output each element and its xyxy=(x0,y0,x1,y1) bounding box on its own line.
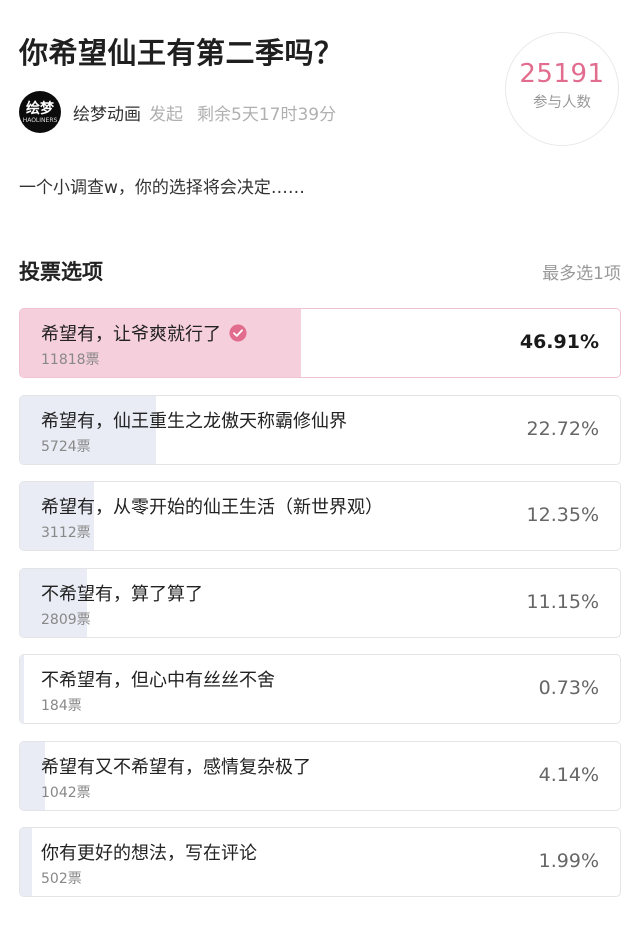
section-title: 投票选项 xyxy=(19,260,103,284)
option-label-text: 你有更好的想法，写在评论 xyxy=(41,843,257,864)
option-votes: 11818票 xyxy=(41,352,100,368)
poll-option[interactable]: 你有更好的想法，写在评论 502票 1.99% xyxy=(19,827,621,897)
option-percent: 11.15% xyxy=(526,591,599,613)
participants-label: 参与人数 xyxy=(533,95,591,111)
poll-title: 你希望仙王有第二季吗？ xyxy=(19,36,344,70)
poll-option[interactable]: 希望有，仙王重生之龙傲天称霸修仙界 5724票 22.72% xyxy=(19,395,621,465)
author-name[interactable]: 绘梦动画 xyxy=(73,100,141,125)
avatar-logo-subtext: HAOLINERS xyxy=(22,117,58,124)
option-label-text: 希望有又不希望有，感情复杂极了 xyxy=(41,757,311,778)
option-label: 希望有，仙王重生之龙傲天称霸修仙界 xyxy=(41,407,347,433)
vote-share-bar xyxy=(20,828,32,896)
option-percent: 0.73% xyxy=(538,677,599,699)
option-percent: 4.14% xyxy=(538,764,599,786)
option-label: 希望有又不希望有，感情复杂极了 xyxy=(41,753,311,779)
option-votes: 3112票 xyxy=(41,525,91,541)
poll-option[interactable]: 不希望有，但心中有丝丝不舍 184票 0.73% xyxy=(19,654,621,724)
option-votes: 502票 xyxy=(41,871,82,887)
author-avatar[interactable]: 绘梦 HAOLINERS xyxy=(19,91,61,133)
option-label: 希望有，让爷爽就行了 xyxy=(41,320,247,346)
option-votes: 1042票 xyxy=(41,785,91,801)
option-percent: 1.99% xyxy=(538,850,599,872)
option-label: 不希望有，但心中有丝丝不舍 xyxy=(41,666,275,692)
option-percent: 22.72% xyxy=(526,418,599,440)
poll-option[interactable]: 不希望有，算了算了 2809票 11.15% xyxy=(19,568,621,638)
option-label-text: 希望有，从零开始的仙王生活（新世界观） xyxy=(41,497,383,518)
option-label-text: 不希望有，但心中有丝丝不舍 xyxy=(41,670,275,691)
option-label-text: 不希望有，算了算了 xyxy=(41,584,203,605)
author-row: 绘梦 HAOLINERS 绘梦动画 发起 剩余5天17时39分 xyxy=(19,90,336,134)
poll-option[interactable]: 希望有，从零开始的仙王生活（新世界观） 3112票 12.35% xyxy=(19,481,621,551)
poll-option[interactable]: 希望有又不希望有，感情复杂极了 1042票 4.14% xyxy=(19,741,621,811)
poll-page: 你希望仙王有第二季吗？ 25191 参与人数 绘梦 HAOLINERS 绘梦动画… xyxy=(0,0,640,939)
option-label: 你有更好的想法，写在评论 xyxy=(41,839,257,865)
option-label-text: 希望有，让爷爽就行了 xyxy=(41,324,221,345)
check-circle-icon xyxy=(229,324,247,342)
option-percent: 46.91% xyxy=(519,331,599,353)
participants-badge: 25191 参与人数 xyxy=(505,32,619,146)
option-label: 不希望有，算了算了 xyxy=(41,580,203,606)
option-label: 希望有，从零开始的仙王生活（新世界观） xyxy=(41,493,383,519)
remaining-time: 剩余5天17时39分 xyxy=(197,104,337,125)
option-votes: 2809票 xyxy=(41,612,91,628)
selection-limit: 最多选1项 xyxy=(542,264,621,284)
avatar-logo-text: 绘梦 xyxy=(26,101,54,117)
option-votes: 184票 xyxy=(41,698,82,714)
participants-count: 25191 xyxy=(519,59,605,89)
option-percent: 12.35% xyxy=(526,504,599,526)
author-action: 发起 xyxy=(149,104,183,125)
vote-share-bar xyxy=(20,655,25,723)
option-label-text: 希望有，仙王重生之龙傲天称霸修仙界 xyxy=(41,411,347,432)
poll-description: 一个小调查w，你的选择将会决定…… xyxy=(19,178,305,198)
poll-option[interactable]: 希望有，让爷爽就行了 11818票 46.91% xyxy=(19,308,621,378)
option-votes: 5724票 xyxy=(41,439,91,455)
